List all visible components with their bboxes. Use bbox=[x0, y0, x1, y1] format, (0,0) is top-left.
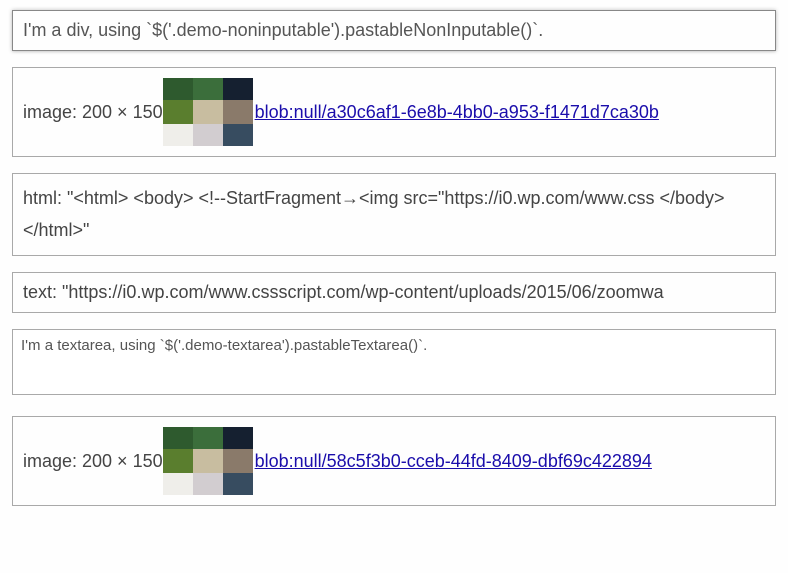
noninputable-div[interactable]: I'm a div, using `$('.demo-noninputable'… bbox=[12, 10, 776, 51]
html-output-text: html: "<html> <body> <!--StartFragment→<… bbox=[23, 188, 725, 240]
image-thumbnail bbox=[163, 78, 253, 146]
image-dimensions-label: image: 200 × 150 bbox=[23, 102, 163, 122]
pastable-textarea[interactable] bbox=[12, 329, 776, 395]
image-thumbnail bbox=[163, 427, 253, 495]
noninputable-div-text: I'm a div, using `$('.demo-noninputable'… bbox=[23, 20, 543, 40]
text-output: text: "https://i0.wp.com/www.cssscript.c… bbox=[23, 282, 664, 302]
result-image-1: image: 200 × 150 blob:null/a30c6af1-6e8b-… bbox=[12, 67, 776, 157]
result-text-1: text: "https://i0.wp.com/www.cssscript.c… bbox=[12, 272, 776, 313]
result-image-2: image: 200 × 150 blob:null/58c5f3b0-cceb-… bbox=[12, 416, 776, 506]
blob-url-link[interactable]: blob:null/58c5f3b0-cceb-44fd-8409-dbf69c… bbox=[255, 451, 652, 471]
result-html-1: html: "<html> <body> <!--StartFragment→<… bbox=[12, 173, 776, 256]
blob-url-link[interactable]: blob:null/a30c6af1-6e8b-4bb0-a953-f1471d… bbox=[255, 102, 659, 122]
image-dimensions-label: image: 200 × 150 bbox=[23, 451, 163, 471]
